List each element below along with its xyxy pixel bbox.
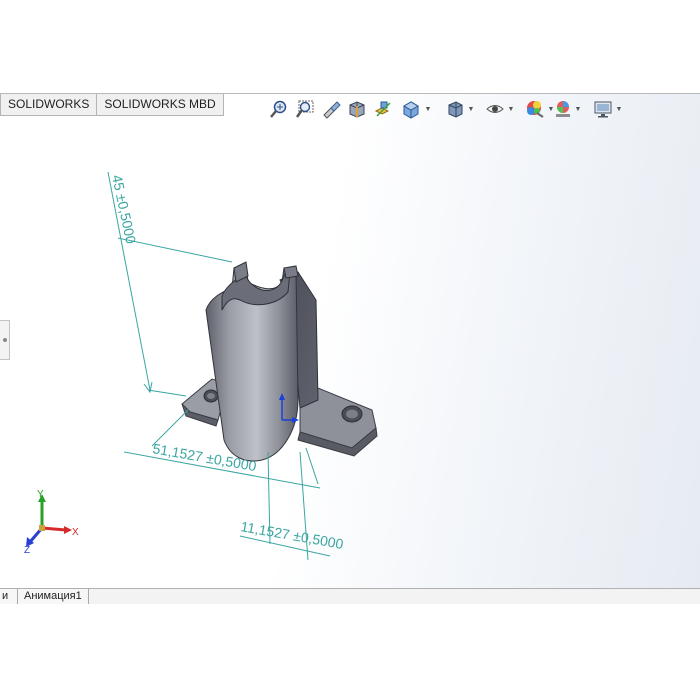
- view-settings-icon[interactable]: [592, 97, 614, 121]
- model-view[interactable]: 45 ±0,5000 51,1527 ±0,5000 11,1527 ±0,50…: [0, 94, 700, 588]
- command-manager-tabs: SOLIDWORKS SOLIDWORKS MBD: [0, 94, 224, 118]
- tab-model[interactable]: и: [0, 589, 18, 604]
- triad-y-label: Y: [37, 489, 44, 500]
- display-style-dropdown-icon[interactable]: ▼: [467, 97, 475, 121]
- edit-appearance-icon[interactable]: [524, 97, 546, 121]
- hide-show-dropdown-icon[interactable]: ▼: [507, 97, 515, 121]
- zoom-to-area-icon[interactable]: [294, 97, 316, 121]
- height-dimension[interactable]: 45 ±0,5000: [109, 173, 139, 245]
- hide-show-items-icon[interactable]: [484, 97, 506, 121]
- tab-solidworks-mbd[interactable]: SOLIDWORKS MBD: [97, 94, 224, 116]
- display-style-icon[interactable]: [444, 97, 466, 121]
- apply-scene-dropdown-icon[interactable]: ▼: [574, 97, 582, 121]
- view-orientation-dropdown-icon[interactable]: ▼: [424, 97, 432, 121]
- reference-triad: Y X Z: [24, 489, 79, 556]
- triad-x-label: X: [72, 527, 79, 538]
- offset-dimension[interactable]: 11,1527 ±0,5000: [239, 518, 344, 552]
- panel-collapse-handle[interactable]: [0, 320, 10, 360]
- handle-grip-icon: [2, 338, 7, 342]
- bottom-tab-bar: и Анимация1: [0, 588, 700, 604]
- view-orientation-icon[interactable]: [400, 97, 422, 121]
- tab-animation1[interactable]: Анимация1: [18, 589, 89, 604]
- section-view-icon[interactable]: [346, 97, 368, 121]
- view-settings-dropdown-icon[interactable]: ▼: [615, 97, 623, 121]
- apply-scene-icon[interactable]: [552, 97, 574, 121]
- previous-view-icon[interactable]: [320, 97, 342, 121]
- tab-solidworks[interactable]: SOLIDWORKS: [0, 94, 98, 116]
- zoom-to-fit-icon[interactable]: [268, 97, 290, 121]
- triad-z-label: Z: [24, 545, 30, 556]
- dynamic-annotation-views-icon[interactable]: [372, 97, 394, 121]
